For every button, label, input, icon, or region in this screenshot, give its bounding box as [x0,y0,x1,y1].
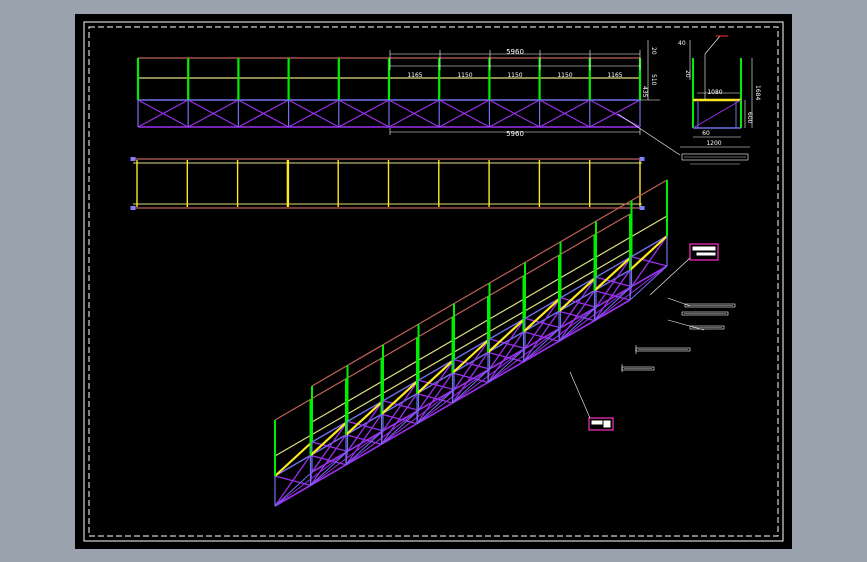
bay-dim-5: 1165 [607,72,622,79]
section-width-upper: 1080 [707,89,722,96]
plan-end-node [639,206,645,210]
plan-end-node [130,157,136,161]
section-lower-right: 600 [746,112,753,124]
bay-dim-3: 1150 [507,72,522,79]
overall-length-top: 5960 [506,48,524,56]
right-dim-2: 510 [650,74,657,86]
right-dim-1: 20 [650,47,657,55]
section-dim-40: 40 [678,40,686,47]
section-dim-20: 20 [684,70,691,78]
bay-dim-2: 1150 [457,72,472,79]
plan-end-node [130,206,136,210]
detail-tag-label [696,252,716,256]
cad-drawing-canvas: 5960 5960 1165 1150 1150 1150 1165 20 51… [0,0,867,562]
drawing-sheet[interactable] [75,14,792,549]
section-height: 1684 [754,85,761,100]
detail-tag-label [591,420,603,425]
detail-tag-label [692,246,716,251]
section-bottom-width: 1200 [706,140,721,147]
bay-dim-4: 1150 [557,72,572,79]
right-dim-3: 435 [641,86,648,98]
bay-dim-1: 1165 [407,72,422,79]
detail-tag-label [603,420,611,428]
section-bottom-small: 60 [702,130,710,137]
overall-length-bottom: 5960 [506,130,524,138]
plan-end-node [639,157,645,161]
